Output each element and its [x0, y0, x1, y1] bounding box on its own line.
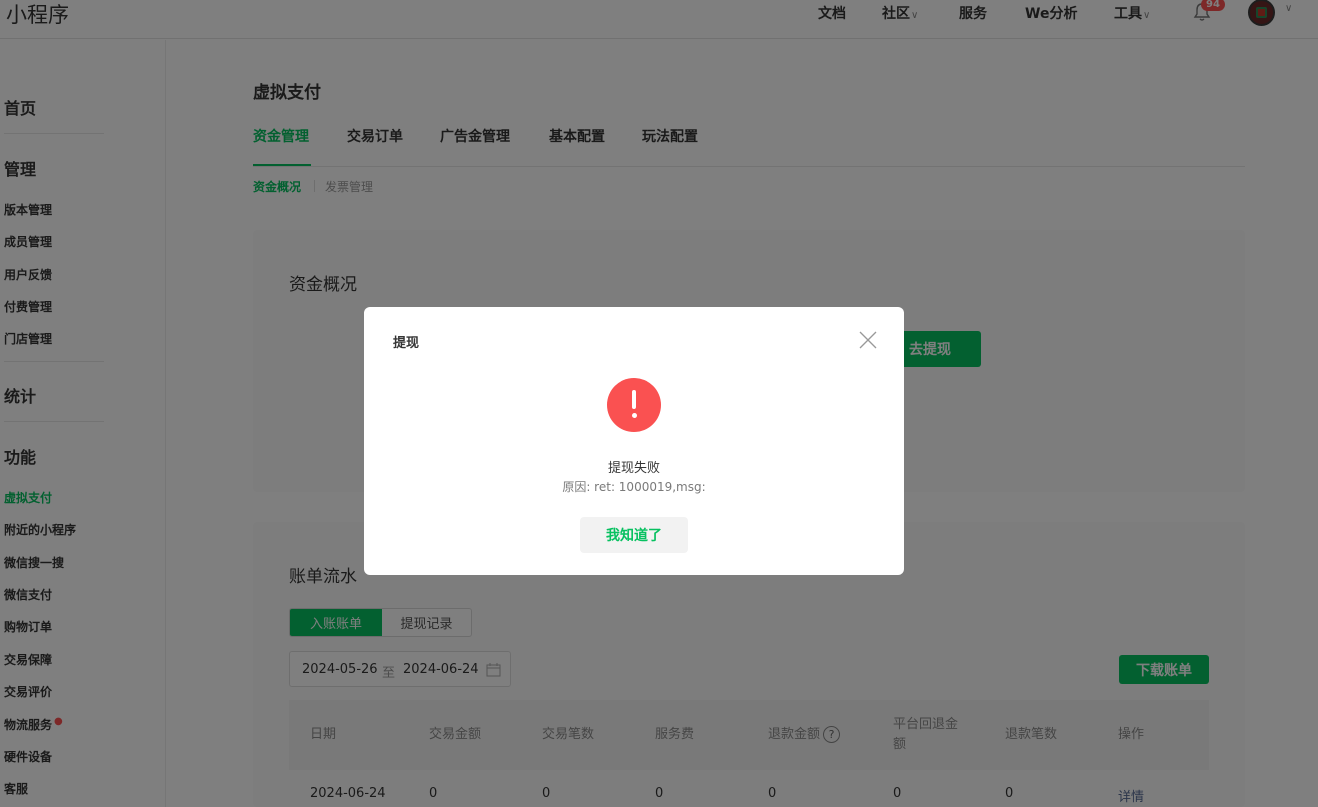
warning-icon [607, 378, 661, 432]
dialog-message: 提现失败 [607, 461, 660, 476]
dialog-reason: 原因: ret: 1000019,msg: [562, 480, 706, 494]
close-icon[interactable] [858, 330, 878, 350]
confirm-button[interactable]: 我知道了 [580, 517, 688, 553]
dialog-title: 提现 [393, 336, 420, 351]
withdraw-dialog: 提现 提现失败 原因: ret: 1000019,msg: 我知道了 [364, 307, 904, 575]
